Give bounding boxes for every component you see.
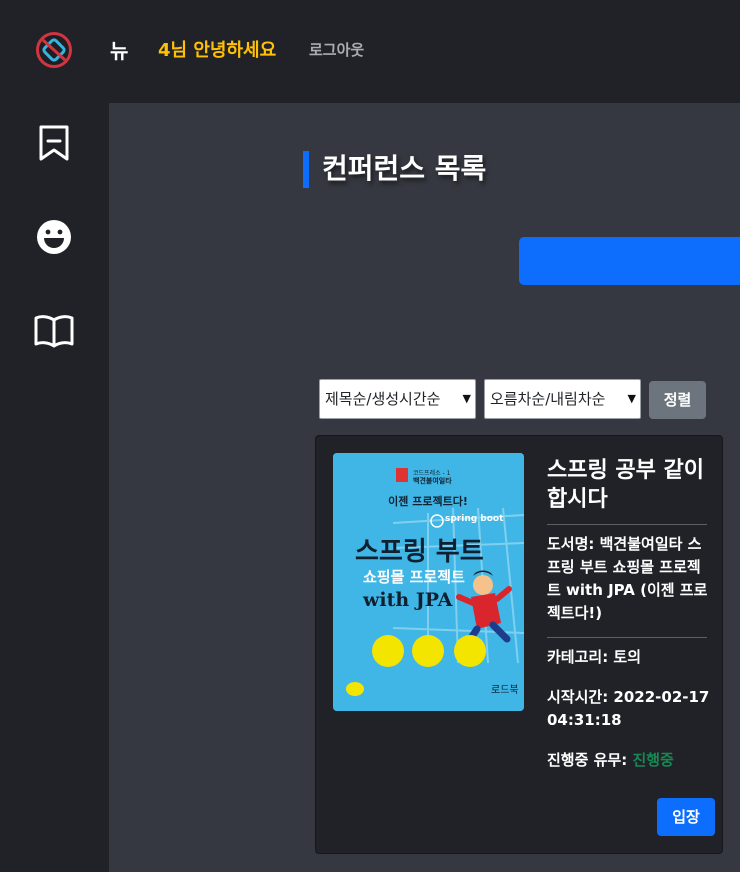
category: 카테고리: 토의 <box>547 648 642 666</box>
start-time: 시작시간: 2022-02-17 04:31:18 <box>547 688 710 729</box>
divider <box>547 637 707 638</box>
create-conference-button[interactable] <box>519 237 740 285</box>
bookmark-icon[interactable] <box>32 121 76 165</box>
cover-title-line-3: with JPA <box>362 589 453 611</box>
sidebar <box>0 0 109 872</box>
sort-order-value: 오름차순/내림차순 <box>490 390 606 408</box>
cover-title-line-1: 스프링 부트 <box>355 537 484 567</box>
book-cover-image: 코드프레소 - 1 백견불여일타 이젠 프로젝트다! spring boot 스… <box>333 453 524 711</box>
menu-label[interactable]: 뉴 <box>110 35 128 64</box>
sort-button[interactable]: 정렬 <box>649 381 706 419</box>
status-label: 진행중 유무: <box>547 751 633 769</box>
logout-link[interactable]: 로그아웃 <box>309 39 364 60</box>
conference-card: 코드프레소 - 1 백견불여일타 이젠 프로젝트다! spring boot 스… <box>315 435 723 854</box>
cover-badge: spring boot <box>445 514 504 524</box>
cover-top-line-1: 코드프레소 - 1 <box>413 469 451 477</box>
sort-field-select[interactable]: 제목순/생성시간순 ▼ <box>319 379 476 419</box>
sort-field-value: 제목순/생성시간순 <box>325 390 441 408</box>
cover-publisher: 로드북 <box>491 684 519 696</box>
enter-button[interactable]: 입장 <box>657 798 715 836</box>
divider <box>547 524 707 525</box>
page-title: 컨퍼런스 목록 <box>303 150 486 188</box>
chevron-down-icon: ▼ <box>627 392 636 405</box>
sort-order-select[interactable]: 오름차순/내림차순 ▼ <box>484 379 641 419</box>
status: 진행중 유무: 진행중 <box>547 749 712 772</box>
cover-title-line-2: 쇼핑몰 프로젝트 <box>363 568 465 586</box>
chevron-down-icon: ▼ <box>462 392 471 405</box>
greeting-text: 4님 안녕하세요 <box>158 40 277 61</box>
book-icon[interactable] <box>32 309 76 353</box>
card-title: 스프링 공부 같이 합시다 <box>547 458 704 512</box>
cover-tagline: 이젠 프로젝트다! <box>388 494 468 508</box>
top-navbar: 뉴 4님 안녕하세요 로그아웃 <box>0 0 740 103</box>
logo-icon[interactable] <box>35 31 73 69</box>
book-name: 도서명: 백견불여일타 스프링 부트 쇼핑몰 프로젝트 with JPA (이젠… <box>547 535 708 622</box>
smile-icon[interactable] <box>32 215 76 259</box>
cover-top-line-2: 백견불여일타 <box>413 476 452 485</box>
status-badge: 진행중 <box>632 751 674 769</box>
